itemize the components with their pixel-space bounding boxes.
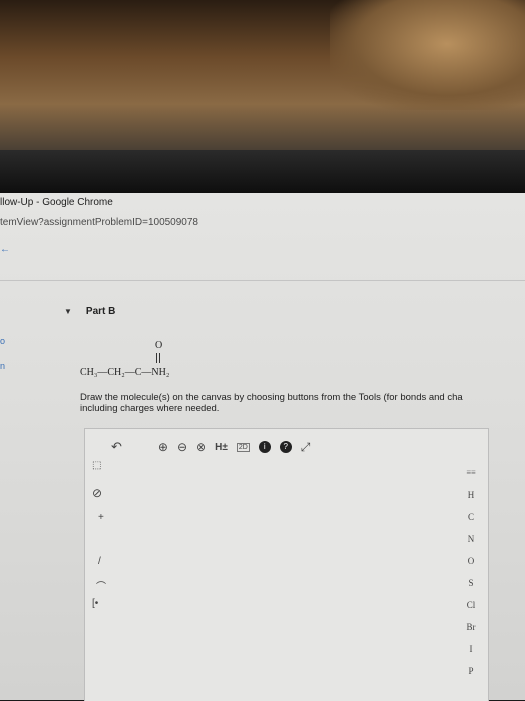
part-label: Part B (85, 306, 116, 317)
monitor-bezel (0, 150, 525, 195)
chain-tool-icon[interactable]: ⌒ (96, 578, 106, 593)
element-button-s[interactable]: S (456, 572, 486, 594)
undo-icon[interactable]: ↶ (111, 439, 122, 455)
clear-icon[interactable]: ⊗ (196, 440, 206, 454)
bond-tool-icon[interactable]: / (98, 556, 101, 567)
left-edge-link[interactable]: n (0, 361, 5, 371)
zoom-in-icon[interactable]: ⊕ (158, 440, 168, 454)
instructions-line: Draw the molecule(s) on the canvas by ch… (80, 392, 463, 403)
select-tool-icon[interactable]: ⬚ (92, 460, 101, 471)
element-button-i[interactable]: I (456, 638, 486, 660)
help-icon[interactable]: ? (279, 441, 292, 453)
eraser-tool-icon[interactable]: ⊘ (92, 486, 102, 500)
charge-tool-icon[interactable]: + (98, 512, 104, 523)
info-icon[interactable]: i (258, 441, 271, 453)
element-button-p[interactable]: P (456, 660, 486, 682)
template-2d-button[interactable]: 2D (236, 442, 250, 452)
address-bar[interactable]: temView?assignmentProblemID=100509078 (0, 217, 198, 228)
instructions-line: including charges where needed. (80, 403, 220, 414)
left-edge-link[interactable]: o (0, 336, 5, 346)
room-light (330, 0, 525, 110)
element-palette: ≡≡ H C N O S Cl Br I P (456, 462, 486, 682)
collapse-caret-icon[interactable]: ▼ (64, 307, 72, 316)
back-arrow-icon[interactable]: ← (0, 244, 10, 255)
header-divider (0, 280, 525, 281)
window-title: llow-Up - Google Chrome (0, 197, 113, 208)
element-button-br[interactable]: Br (456, 616, 486, 638)
zoom-out-icon[interactable]: ⊖ (177, 440, 187, 454)
drawing-canvas[interactable] (84, 428, 489, 701)
drawing-toolbar: ↶ ⊕ ⊖ ⊗ H± 2D i ? ⤢ (111, 438, 319, 456)
element-button-n[interactable]: N (456, 528, 486, 550)
formula-chain: CH₃—CH₂—C—NH₂ (80, 367, 170, 378)
molecule-formula: O CH₃—CH₂—C—NH₂ (80, 340, 240, 384)
expand-icon[interactable]: ⤢ (301, 440, 311, 455)
double-bond-line (159, 353, 160, 363)
instructions: Draw the molecule(s) on the canvas by ch… (80, 392, 525, 414)
double-bond-line (156, 353, 157, 363)
carbonyl-oxygen: O (155, 340, 163, 351)
hydrogen-toggle-button[interactable]: H± (215, 442, 228, 453)
element-button-c[interactable]: C (456, 506, 486, 528)
part-header[interactable]: ▼ Part B (64, 306, 115, 317)
periodic-table-icon[interactable]: ≡≡ (456, 462, 486, 484)
element-button-h[interactable]: H (456, 484, 486, 506)
element-button-cl[interactable]: Cl (456, 594, 486, 616)
element-button-o[interactable]: O (456, 550, 486, 572)
bracket-tool-icon[interactable]: [• (92, 598, 98, 609)
